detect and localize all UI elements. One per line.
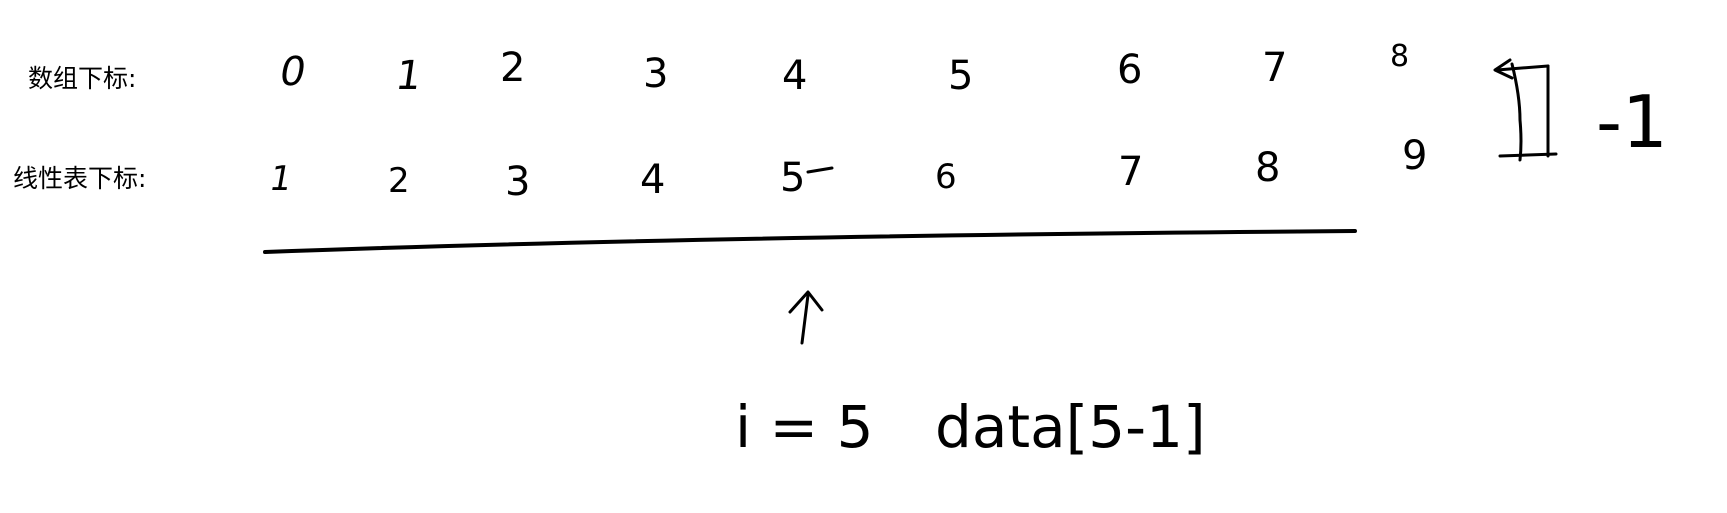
baseline-line bbox=[263, 229, 1357, 254]
index-5-tick bbox=[806, 166, 834, 174]
hand-drawn-strokes bbox=[263, 58, 1558, 345]
bracket-top-arrow-shaft bbox=[1495, 64, 1550, 72]
pointer-arrow-shaft bbox=[800, 293, 810, 345]
whiteboard-canvas: 数组下标: 线性表下标: 0 1 2 3 4 5 6 7 8 1 2 3 4 5… bbox=[0, 0, 1727, 513]
